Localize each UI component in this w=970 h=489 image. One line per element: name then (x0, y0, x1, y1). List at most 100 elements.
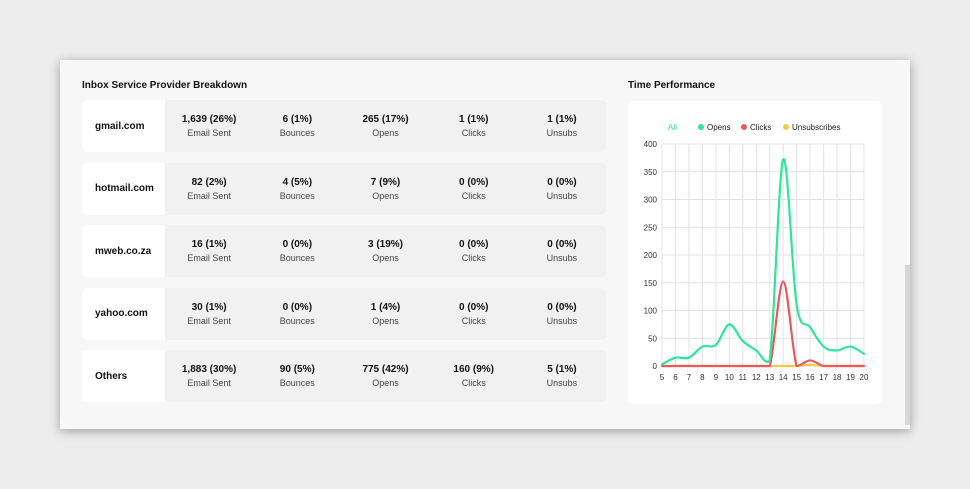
stat-bounces: 0 (0%) Bounces (253, 225, 341, 277)
stat-label: Email Sent (187, 378, 231, 388)
stat-value: 0 (0%) (547, 301, 577, 313)
stat-label: Clicks (461, 253, 486, 263)
legend-item-opens[interactable]: Opens (707, 123, 731, 132)
stat-value: 0 (0%) (282, 239, 313, 250)
stat-label: Unsubs (546, 253, 578, 263)
stat-value: 5 (1%) (547, 364, 577, 375)
stat-bounces: 90 (5%) Bounces (253, 350, 341, 402)
dashboard-panel: Inbox Service Provider Breakdown gmail.c… (60, 60, 910, 429)
stat-label: Unsubs (546, 128, 578, 138)
x-tick-label: 10 (725, 373, 734, 382)
x-tick-label: 5 (660, 373, 665, 382)
stat-label: Bounces (279, 128, 315, 138)
stat-label: Clicks (461, 378, 486, 388)
x-tick-label: 7 (687, 373, 692, 382)
stat-value: 0 (0%) (547, 176, 577, 188)
y-tick-label: 200 (644, 251, 658, 260)
stat-label: Bounces (279, 253, 315, 263)
stat-label: Opens (372, 378, 399, 388)
stat-value: 265 (17%) (362, 114, 409, 125)
stat-label: Opens (372, 315, 399, 326)
stat-value: 1,883 (30%) (181, 364, 237, 375)
stat-label: Email Sent (187, 190, 231, 201)
stat-email-sent: 1,639 (26%) Email Sent (165, 100, 253, 152)
y-tick-label: 300 (644, 196, 658, 205)
stat-unsubs: 1 (1%) Unsubs (518, 100, 606, 152)
stat-unsubs: 0 (0%) Unsubs (518, 288, 606, 340)
legend-item-all[interactable]: All (668, 123, 677, 132)
stat-value: 1,639 (26%) (181, 114, 237, 125)
stat-opens: 7 (9%) Opens (341, 163, 429, 215)
legend-dot-clicks (741, 124, 747, 130)
stat-value: 0 (0%) (458, 301, 489, 313)
stat-label: Opens (372, 253, 399, 263)
stat-value: 0 (0%) (458, 176, 489, 188)
stat-label: Email Sent (187, 253, 231, 263)
stat-value: 0 (0%) (458, 239, 489, 250)
x-tick-label: 13 (765, 373, 774, 382)
stat-label: Clicks (461, 128, 486, 138)
stat-value: 30 (1%) (191, 301, 227, 313)
stat-clicks: 0 (0%) Clicks (430, 163, 518, 215)
stat-value: 0 (0%) (282, 301, 313, 313)
x-tick-label: 12 (752, 373, 761, 382)
stat-value: 3 (19%) (368, 239, 404, 250)
x-tick-label: 17 (819, 373, 828, 382)
isp-name: gmail.com (82, 100, 165, 152)
stat-label: Unsubs (546, 315, 578, 326)
stat-opens: 775 (42%) Opens (341, 350, 429, 402)
isp-list: gmail.com 1,639 (26%) Email Sent 6 (1%) Bo… (82, 100, 606, 413)
isp-name: mweb.co.za (82, 225, 165, 277)
stat-value: 0 (0%) (547, 239, 577, 250)
scrollbar[interactable] (905, 265, 910, 425)
stat-opens: 3 (19%) Opens (341, 225, 429, 277)
stat-opens: 265 (17%) Opens (341, 100, 429, 152)
stat-email-sent: 82 (2%) Email Sent (165, 163, 253, 215)
stat-label: Email Sent (187, 315, 231, 326)
y-tick-label: 150 (644, 279, 658, 288)
stat-label: Email Sent (187, 128, 231, 138)
legend-item-unsubscribes[interactable]: Unsubscribes (792, 123, 840, 132)
x-tick-label: 6 (673, 373, 678, 382)
time-performance-card: 0 50 100 150 200 250 300 350 400 5 6 7 8 9 10 11 12 13 14 1… (628, 101, 882, 404)
stat-unsubs: 0 (0%) Unsubs (518, 225, 606, 277)
y-tick-label: 50 (648, 334, 657, 343)
legend-dot-opens (698, 124, 704, 130)
stat-value: 90 (5%) (279, 364, 315, 375)
stat-bounces: 0 (0%) Bounces (253, 288, 341, 340)
x-tick-label: 11 (739, 373, 748, 382)
stat-email-sent: 30 (1%) Email Sent (165, 288, 253, 340)
time-performance-title: Time Performance (628, 80, 716, 91)
x-tick-label: 19 (846, 373, 855, 382)
isp-name: Others (82, 350, 165, 402)
y-tick-label: 100 (644, 307, 658, 316)
stat-label: Bounces (279, 315, 315, 326)
stat-value: 160 (9%) (453, 364, 494, 375)
stat-value: 82 (2%) (191, 176, 227, 188)
isp-row-hotmail: hotmail.com 82 (2%) Email Sent 4 (5%) Boun… (82, 162, 606, 215)
x-tick-label: 14 (779, 373, 788, 382)
y-tick-label: 350 (644, 168, 658, 177)
stat-bounces: 6 (1%) Bounces (253, 100, 341, 152)
legend-dot-unsubscribes (783, 124, 789, 130)
stat-label: Clicks (461, 315, 486, 326)
stat-value: 7 (9%) (370, 176, 401, 188)
isp-row-gmail: gmail.com 1,639 (26%) Email Sent 6 (1%) Bo… (82, 100, 606, 152)
x-tick-label: 8 (700, 373, 705, 382)
x-tick-label: 9 (714, 373, 719, 382)
y-tick-label: 250 (644, 223, 658, 232)
x-tick-label: 15 (792, 373, 801, 382)
isp-name: yahoo.com (82, 287, 165, 340)
isp-row-others: Others 1,883 (30%) Email Sent 90 (5%) Boun… (82, 350, 606, 402)
stat-email-sent: 16 (1%) Email Sent (165, 225, 253, 277)
stat-label: Bounces (279, 190, 315, 201)
stat-value: 1 (4%) (370, 301, 401, 313)
stat-bounces: 4 (5%) Bounces (253, 163, 341, 215)
legend-item-clicks[interactable]: Clicks (750, 123, 771, 132)
stat-label: Opens (372, 190, 399, 201)
stat-clicks: 0 (0%) Clicks (430, 225, 518, 277)
stat-value: 1 (1%) (458, 114, 489, 125)
series-line-opens (660, 158, 866, 366)
stat-unsubs: 0 (0%) Unsubs (518, 163, 606, 215)
stat-label: Unsubs (546, 378, 578, 388)
